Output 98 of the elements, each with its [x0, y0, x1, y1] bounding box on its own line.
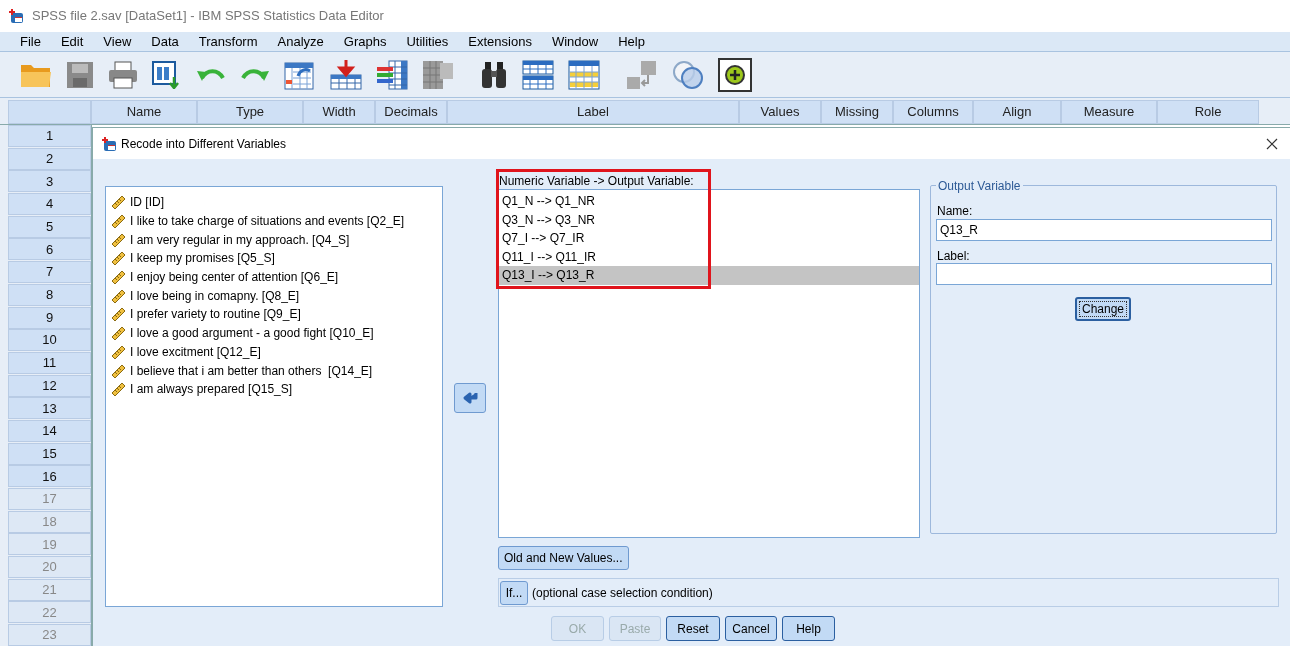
column-header[interactable]: Label: [447, 100, 739, 124]
variable-item[interactable]: I prefer variety to routine [Q9_E]: [130, 305, 301, 324]
select-cases-icon[interactable]: [568, 59, 600, 90]
window-title: SPSS file 2.sav [DataSet1] - IBM SPSS Statistics Data Editor: [32, 7, 384, 26]
name-field[interactable]: Q13_R: [936, 219, 1272, 241]
field-label: Name:: [937, 203, 973, 220]
mapping-list[interactable]: Q1_N --> Q1_NR Q3_N --> Q3_NR Q7_I --> Q7_IR Q11_I --> Q11_IR Q13_I --> Q13_R: [498, 189, 920, 538]
column-header[interactable]: Name: [91, 100, 197, 124]
split-file-icon[interactable]: [422, 59, 454, 90]
menu-item[interactable]: Help: [608, 31, 655, 52]
row-header[interactable]: 10: [8, 329, 91, 352]
row-header[interactable]: 6: [8, 238, 91, 261]
add-icon[interactable]: [718, 57, 752, 92]
variable-item[interactable]: I am very regular in my approach. [Q4_S]: [130, 230, 350, 249]
printer-icon[interactable]: [108, 60, 138, 89]
variable-item[interactable]: I am always prepared [Q15_S]: [130, 380, 293, 399]
row-header[interactable]: 11: [8, 351, 91, 374]
condition-text: (optional case selection condition): [532, 584, 713, 602]
scale-variable-icon: [110, 269, 126, 286]
menu-item[interactable]: Utilities: [396, 31, 459, 52]
scale-variable-icon: [110, 287, 126, 304]
row-header[interactable]: 13: [8, 397, 91, 420]
scale-variable-icon: [110, 381, 126, 398]
row-header[interactable]: 12: [8, 374, 91, 397]
dialog-button[interactable]: Cancel: [725, 616, 777, 641]
scale-variable-icon: [110, 362, 126, 379]
row-header[interactable]: 7: [8, 261, 91, 284]
dialog-button[interactable]: Help: [782, 616, 835, 641]
variable-item[interactable]: I keep my promises [Q5_S]: [130, 249, 275, 268]
field-label: Label:: [937, 248, 970, 265]
menu-item[interactable]: Extensions: [458, 31, 542, 52]
insert-case-icon[interactable]: [330, 59, 362, 90]
menu-item[interactable]: Edit: [50, 31, 94, 52]
mapping-item[interactable]: Q13_I --> Q13_R: [499, 266, 919, 285]
scale-variable-icon: [110, 306, 126, 323]
row-header[interactable]: 3: [8, 170, 91, 193]
scale-variable-icon: [110, 231, 126, 248]
variable-item[interactable]: I love excitment [Q12_E]: [130, 342, 261, 361]
column-header[interactable]: Align: [973, 100, 1061, 124]
column-header[interactable]: Measure: [1061, 100, 1157, 124]
dialog-button[interactable]: Reset: [666, 616, 720, 641]
close-icon[interactable]: [1266, 137, 1278, 150]
menu-item[interactable]: Window: [541, 31, 609, 52]
scale-variable-icon: [110, 194, 126, 211]
app-logo-icon: [8, 8, 24, 24]
arrow-left-icon: [462, 391, 478, 405]
mapping-item[interactable]: Q11_I --> Q11_IR: [499, 247, 919, 266]
dialog-title: Recode into Different Variables: [121, 135, 286, 153]
move-button[interactable]: [454, 383, 486, 413]
row-header[interactable]: 1: [8, 125, 91, 147]
row-header[interactable]: 8: [8, 283, 91, 306]
save-icon[interactable]: [66, 60, 94, 89]
change-button[interactable]: Change: [1075, 297, 1131, 321]
row-header[interactable]: 14: [8, 419, 91, 442]
row-header[interactable]: 15: [8, 442, 91, 465]
column-header[interactable]: Role: [1157, 100, 1259, 124]
circles-icon[interactable]: [672, 59, 704, 90]
label-field[interactable]: [936, 263, 1272, 285]
binoculars-icon[interactable]: [480, 60, 508, 89]
variable-item[interactable]: I love being in comapny. [Q8_E]: [130, 286, 300, 305]
recode-icon: [101, 135, 117, 152]
menu-item[interactable]: Data: [141, 31, 189, 52]
column-header[interactable]: Width: [303, 100, 375, 124]
list-label: Numeric Variable -> Output Variable:: [499, 173, 694, 190]
menu-item[interactable]: Transform: [188, 31, 268, 52]
scale-variable-icon: [110, 343, 126, 360]
variable-list[interactable]: [105, 186, 443, 607]
row-header[interactable]: 16: [8, 465, 91, 488]
menu-item[interactable]: View: [93, 31, 142, 52]
mapping-item[interactable]: Q7_I --> Q7_IR: [499, 229, 919, 248]
mapping-item[interactable]: Q3_N --> Q3_NR: [499, 210, 919, 229]
row-header[interactable]: 2: [8, 147, 91, 170]
row-header[interactable]: 5: [8, 215, 91, 238]
column-header[interactable]: Type: [197, 100, 303, 124]
variable-item[interactable]: I like to take charge of situations and events [Q2_E]: [130, 212, 405, 231]
variable-item[interactable]: ID [ID]: [130, 193, 164, 212]
column-header[interactable]: Columns: [893, 100, 973, 124]
split-table-icon[interactable]: [522, 59, 554, 90]
column-header[interactable]: Decimals: [375, 100, 447, 124]
variable-item[interactable]: I enjoy being center of attention [Q6_E]: [130, 268, 339, 287]
scale-variable-icon: [110, 325, 126, 342]
column-header[interactable]: Values: [739, 100, 821, 124]
dialog-recall-icon[interactable]: [152, 60, 182, 89]
row-header[interactable]: 9: [8, 306, 91, 329]
variable-item[interactable]: I believe that i am better than others [Q14_E]: [130, 361, 373, 380]
goto-case-icon[interactable]: [284, 59, 316, 90]
mapping-item[interactable]: Q1_N --> Q1_NR: [499, 192, 919, 211]
row-header[interactable]: 4: [8, 193, 91, 216]
column-header[interactable]: Missing: [821, 100, 893, 124]
menu-item[interactable]: Graphs: [333, 31, 397, 52]
old-new-values-button[interactable]: Old and New Values...: [498, 546, 629, 570]
if-button[interactable]: If...: [500, 580, 528, 605]
menu-item[interactable]: Analyze: [267, 31, 334, 52]
scale-variable-icon: [110, 213, 126, 230]
insert-variable-icon[interactable]: [376, 59, 408, 90]
variable-item[interactable]: I love a good argument - a good fight [Q10_E]: [130, 324, 374, 343]
scale-variable-icon: [110, 250, 126, 267]
menu-item[interactable]: File: [10, 31, 51, 52]
